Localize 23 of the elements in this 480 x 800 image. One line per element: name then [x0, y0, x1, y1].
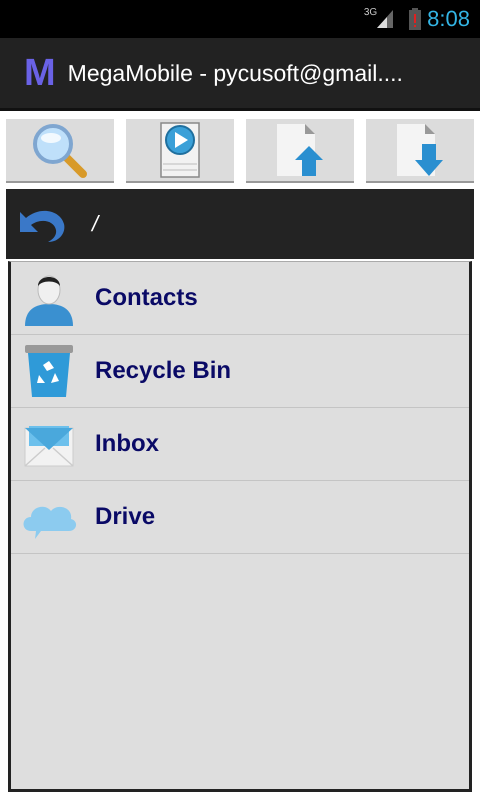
folder-name: Drive [95, 503, 156, 531]
folder-item[interactable]: Drive [11, 481, 469, 554]
current-path: / [92, 211, 98, 237]
media-play-icon [160, 122, 200, 178]
search-button[interactable] [6, 119, 114, 183]
clock: 8:08 [427, 6, 470, 32]
folder-name: Inbox [95, 430, 159, 458]
app-logo: M [24, 52, 56, 94]
file-upload-icon [275, 122, 325, 178]
file-download-icon [395, 122, 445, 178]
download-button[interactable] [366, 119, 474, 183]
upload-button[interactable] [246, 119, 354, 183]
folder-name: Recycle Bin [95, 357, 232, 385]
signal-icon [377, 10, 394, 28]
folder-item[interactable]: Contacts [11, 262, 469, 335]
folder-name: Contacts [95, 284, 198, 312]
search-icon [31, 122, 89, 178]
network-type: 3G [364, 7, 378, 18]
window-title: MegaMobile - pycusoft@gmail.... [68, 60, 403, 86]
battery-icon [409, 8, 422, 30]
play-button[interactable] [126, 119, 234, 183]
folder-item[interactable]: Inbox [11, 408, 469, 481]
folder-item[interactable]: Recycle Bin [11, 335, 469, 408]
